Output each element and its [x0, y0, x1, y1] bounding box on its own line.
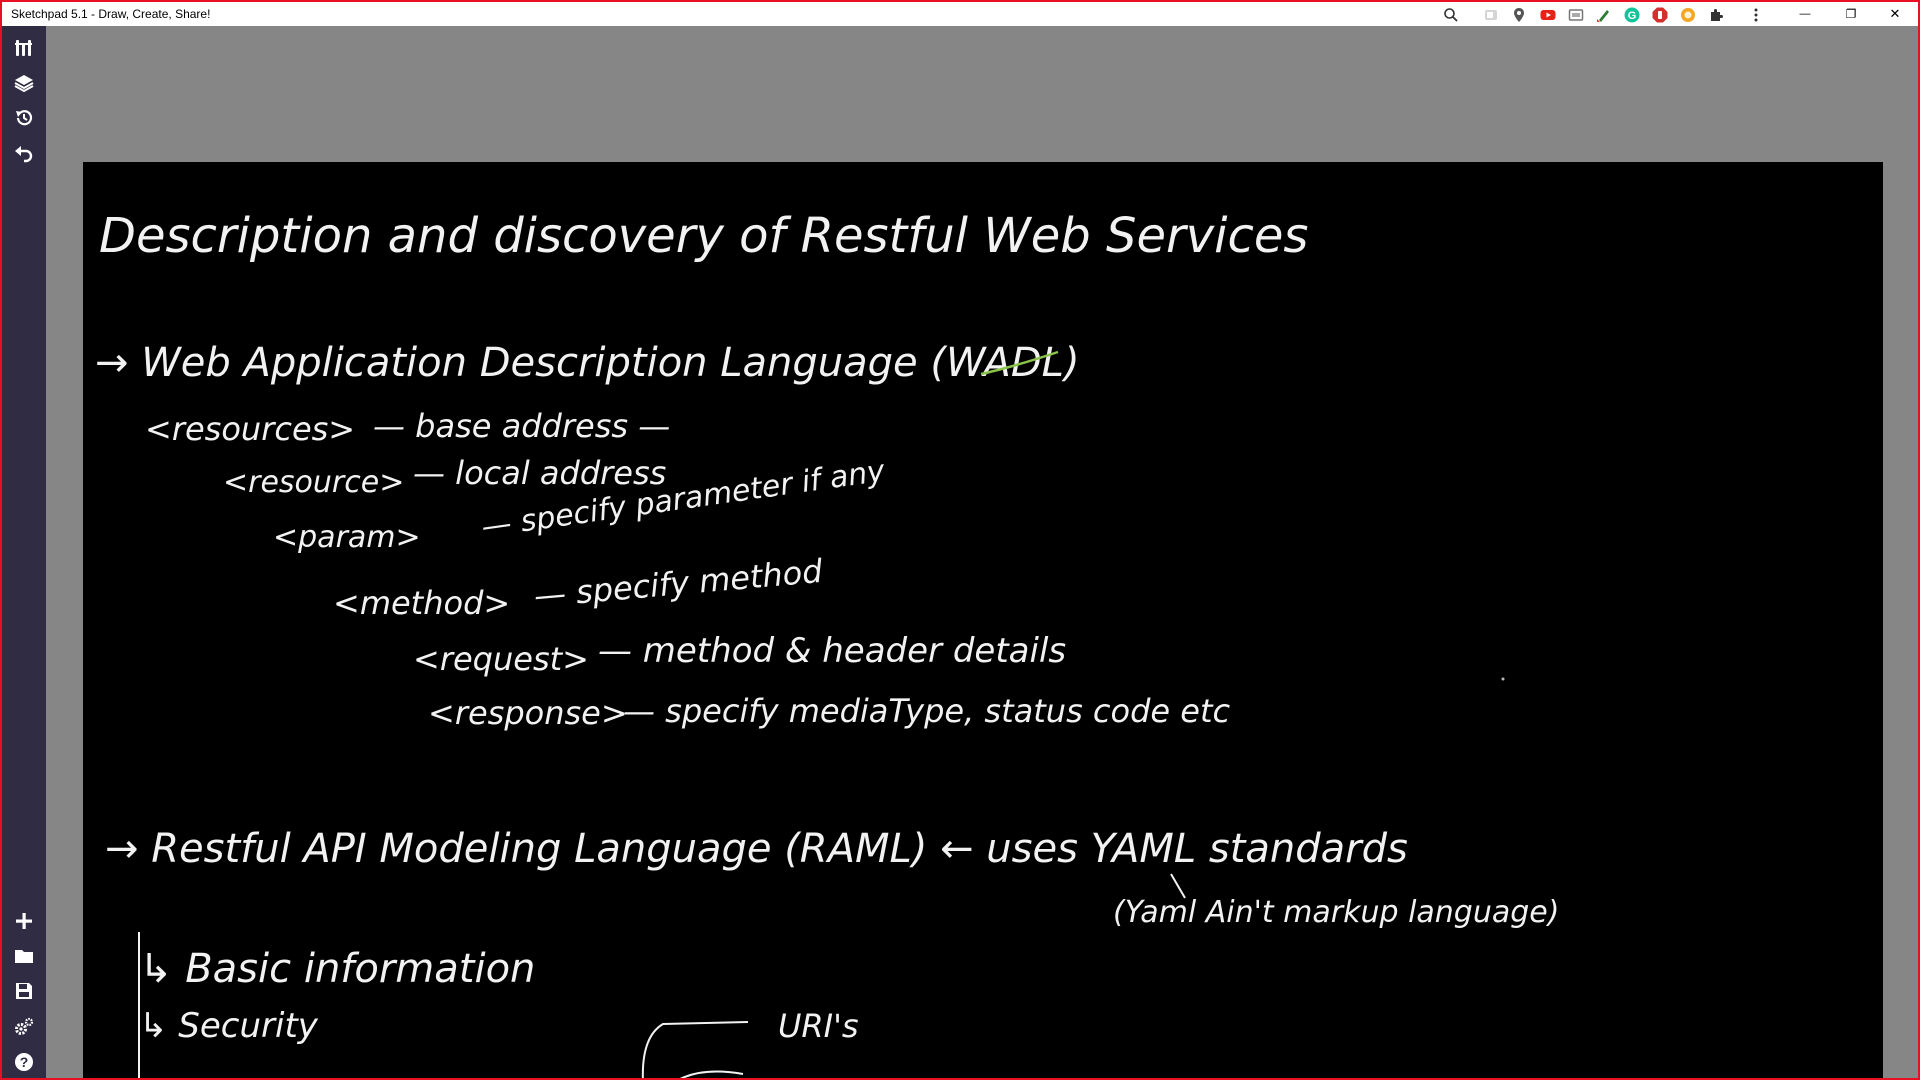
wadl-tag-resource: <resource> [223, 465, 404, 500]
save-button[interactable] [10, 977, 38, 1005]
notes-title: Description and discovery of Restful Web… [99, 208, 1308, 264]
history-button[interactable] [10, 104, 38, 132]
wadl-tag-method: <method> [333, 584, 510, 622]
puzzle-icon[interactable] [1708, 7, 1724, 23]
stray-dot [1501, 677, 1505, 681]
zoom-icon[interactable] [1443, 7, 1459, 23]
layers-icon [14, 75, 34, 93]
open-button[interactable] [10, 942, 38, 970]
help-icon: ? [15, 1053, 33, 1071]
new-button[interactable] [10, 907, 38, 935]
undo-icon [15, 146, 33, 163]
workspace: Description and discovery of Restful Web… [46, 26, 1918, 1078]
history-icon [16, 110, 33, 126]
raml-heading: → Restful API Modeling Language (RAML) ←… [105, 826, 1408, 872]
help-button[interactable]: ? [10, 1048, 38, 1076]
raml-item-basic-information: ↳ Basic information [139, 946, 535, 992]
extension-icon[interactable] [1483, 7, 1499, 23]
kebab-menu-icon[interactable] [1748, 7, 1764, 23]
handwritten-notes: Description and discovery of Restful Web… [95, 208, 1559, 1078]
wadl-tag-request: <request> [413, 640, 589, 678]
layers-button[interactable] [10, 69, 38, 97]
grammarly-icon[interactable]: G [1624, 7, 1640, 23]
svg-text:?: ? [20, 1054, 29, 1070]
close-button[interactable]: ✕ [1872, 2, 1918, 26]
uris-bracket [641, 1021, 749, 1078]
app-window: Sketchpad 5.1 - Draw, Create, Share! G —… [2, 2, 1918, 1078]
wadl-desc-method: — specify method [532, 552, 824, 615]
uris-label: URI's [778, 1007, 859, 1045]
restore-icon: ❐ [1845, 7, 1857, 21]
svg-text:G: G [1628, 10, 1637, 22]
adblock-icon[interactable] [1652, 7, 1668, 23]
wadl-tag-param: <param> [273, 520, 421, 555]
save-icon [16, 983, 32, 999]
wadl-tag-response: <response> [428, 694, 628, 732]
yaml-note: (Yaml Ain't markup language) [1113, 895, 1559, 930]
settings-button[interactable] [10, 1013, 38, 1041]
title-bar: Sketchpad 5.1 - Draw, Create, Share! G —… [2, 2, 1918, 26]
maps-pin-icon[interactable] [1511, 7, 1527, 23]
settings-icon [15, 1017, 34, 1035]
brush-tools-button[interactable] [10, 34, 38, 62]
close-icon: ✕ [1889, 6, 1901, 21]
wadl-tag-resources: <resources> [145, 410, 355, 448]
minimize-icon: — [1799, 8, 1811, 20]
wadl-desc-request: — method & header details [598, 631, 1066, 671]
youtube-icon[interactable] [1540, 7, 1556, 23]
new-icon [16, 913, 32, 929]
wadl-desc-response: — specify mediaType, status code etc [623, 692, 1231, 730]
raml-item-security: ↳ Security [139, 1006, 319, 1046]
minimize-button[interactable]: — [1782, 2, 1828, 26]
drawing-canvas[interactable]: Description and discovery of Restful Web… [83, 162, 1883, 1078]
honey-icon[interactable] [1680, 7, 1696, 23]
screenshot-icon[interactable] [1568, 7, 1584, 23]
brush-tools-icon [15, 40, 32, 56]
uris-bracket-lower [679, 1070, 744, 1078]
wadl-heading: → Web Application Description Language (… [95, 340, 1080, 386]
pen-extension-icon[interactable] [1596, 7, 1612, 23]
undo-button[interactable] [10, 139, 38, 167]
window-title: Sketchpad 5.1 - Draw, Create, Share! [11, 7, 211, 21]
wadl-desc-resources: — base address — [373, 407, 670, 445]
open-folder-icon [15, 950, 33, 963]
restore-button[interactable]: ❐ [1828, 2, 1874, 26]
wadl-desc-resource: — local address [413, 454, 666, 492]
tool-sidebar: ? [2, 26, 46, 1078]
